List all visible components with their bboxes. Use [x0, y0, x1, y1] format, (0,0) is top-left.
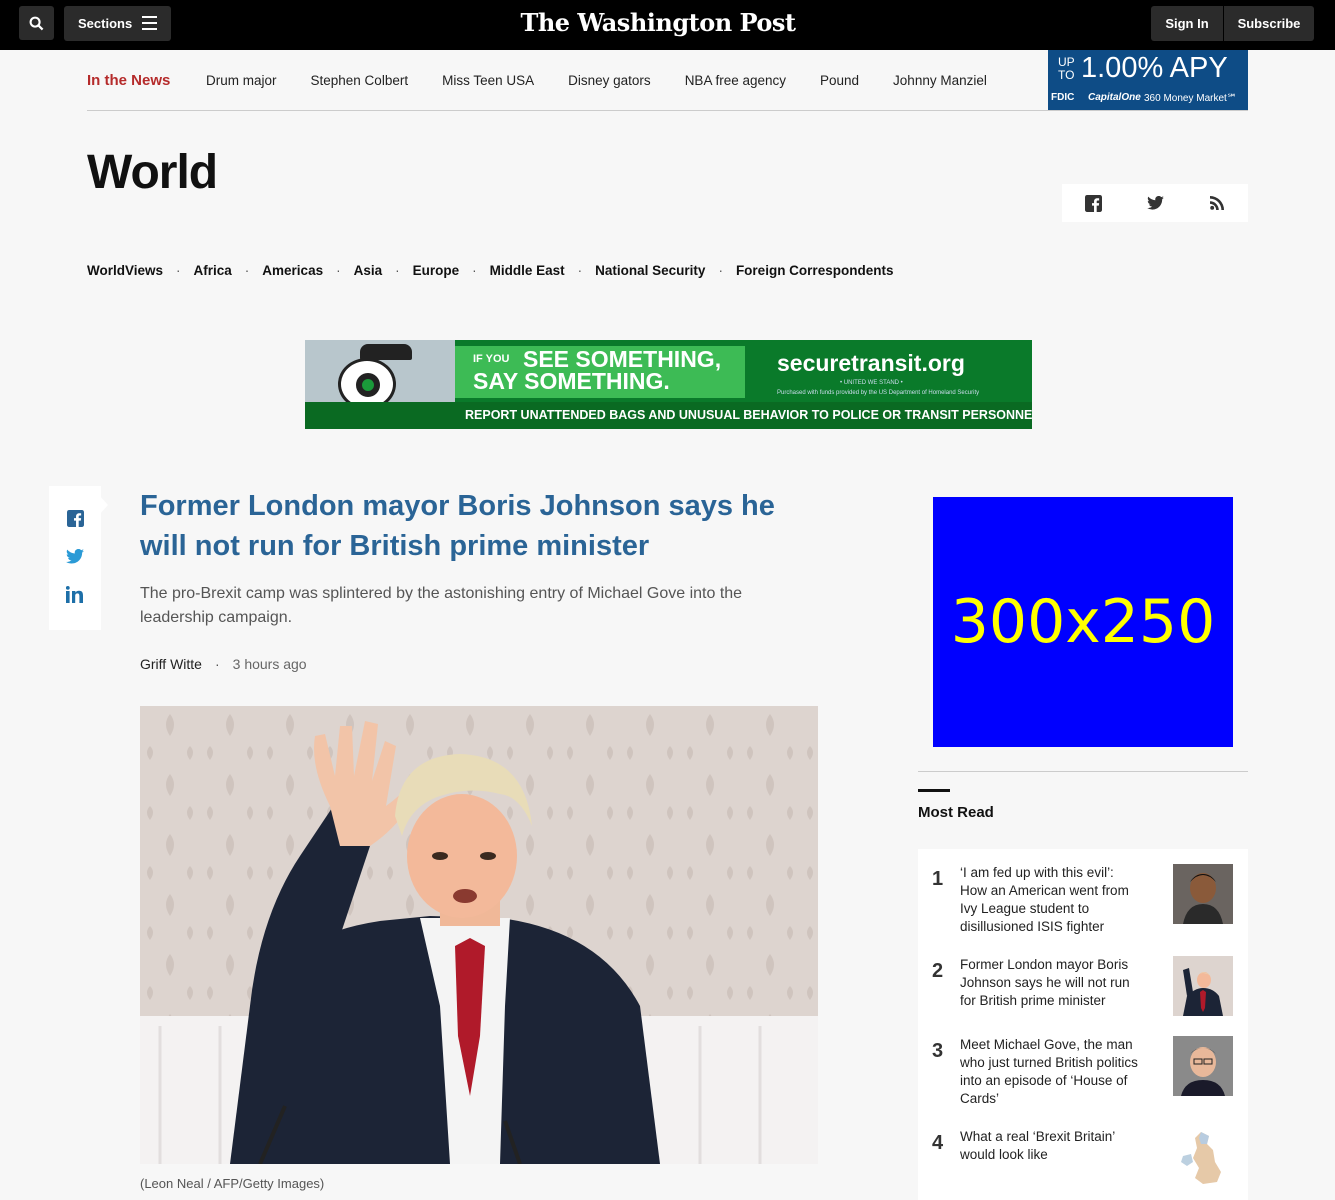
search-icon: [29, 16, 44, 30]
capital-one-ad[interactable]: UP TO 1.00% APY FDIC CapitalOne 360 Mone…: [1048, 50, 1248, 110]
most-read-link[interactable]: Meet Michael Gove, the man who just turn…: [960, 1036, 1138, 1108]
twitter-share-icon[interactable]: [65, 546, 85, 566]
most-read-thumbnail[interactable]: [1173, 956, 1233, 1016]
most-read-link[interactable]: ‘I am fed up with this evil’: How an Ame…: [960, 864, 1138, 936]
section-subnav: WorldViews · Africa · Americas · Asia · Euro…: [87, 263, 893, 278]
ad-brand-text: CapitalOne: [1088, 92, 1141, 103]
facebook-icon[interactable]: [1083, 193, 1103, 213]
sections-label: Sections: [78, 16, 133, 31]
most-read-title: Most Read: [918, 804, 994, 821]
most-read-link[interactable]: Former London mayor Boris Johnson says h…: [960, 956, 1138, 1010]
rail-accent-bar: [918, 789, 950, 792]
article-dek: The pro-Brexit camp was splintered by th…: [140, 585, 743, 626]
subnav-link[interactable]: Africa: [194, 263, 232, 278]
rss-icon[interactable]: [1207, 193, 1227, 213]
most-read-number: 1: [932, 868, 944, 890]
ad-site-text: securetransit.org: [777, 350, 965, 376]
article-byline: Griff Witte · 3 hours ago: [140, 656, 307, 672]
subnav-separator: ·: [244, 263, 250, 278]
most-read-thumbnail[interactable]: [1173, 1128, 1233, 1188]
subnav-separator: ·: [336, 263, 341, 278]
author-link[interactable]: Griff Witte: [140, 656, 202, 672]
in-the-news-label: In the News: [87, 72, 171, 89]
section-social-bar: [1062, 184, 1248, 222]
securetransit-banner-ad[interactable]: IF YOU SEE SOMETHING, SAY SOMETHING. sec…: [305, 340, 1032, 429]
subnav-separator: ·: [718, 263, 723, 278]
article-photo[interactable]: [140, 706, 818, 1164]
trending-link[interactable]: Miss Teen USA: [442, 73, 534, 88]
ad-purchased-text: Purchased with funds provided by the US …: [777, 390, 980, 396]
subnav-link[interactable]: Americas: [262, 263, 323, 278]
subnav-link[interactable]: National Security: [595, 263, 705, 278]
subnav-link[interactable]: Foreign Correspondents: [736, 263, 894, 278]
ad-united-text: • UNITED WE STAND •: [840, 380, 903, 386]
rail-ad-300x250[interactable]: 300x250: [933, 497, 1233, 747]
in-the-news-bar: In the News Drum major Stephen Colbert M…: [87, 50, 1248, 111]
subnav-link[interactable]: Asia: [354, 263, 383, 278]
ad-report-strip: REPORT UNATTENDED BAGS AND UNUSUAL BEHAV…: [305, 402, 1032, 429]
trending-link[interactable]: Drum major: [206, 73, 277, 88]
most-read-number: 3: [932, 1040, 944, 1062]
subnav-separator: ·: [395, 263, 400, 278]
ad-report-text: REPORT UNATTENDED BAGS AND UNUSUAL BEHAV…: [465, 408, 1032, 422]
ad-apy-text: 1.00% APY: [1081, 52, 1228, 84]
trending-link[interactable]: Disney gators: [568, 73, 651, 88]
rail-divider: [918, 771, 1248, 772]
washington-post-logo[interactable]: The Washington Post: [500, 8, 816, 37]
subnav-separator: ·: [176, 263, 181, 278]
most-read-list: 1 ‘I am fed up with this evil’: How an A…: [918, 849, 1248, 1200]
most-read-number: 4: [932, 1132, 944, 1154]
ad-fdic-text: FDIC: [1051, 92, 1075, 103]
subnav-separator: ·: [472, 263, 477, 278]
in-the-news-links: Drum major Stephen Colbert Miss Teen USA…: [206, 73, 1021, 88]
trending-link[interactable]: Pound: [820, 73, 859, 88]
article-headline[interactable]: Former London mayor Boris Johnson says h…: [140, 486, 800, 566]
subnav-link[interactable]: Europe: [413, 263, 460, 278]
ad-upto-text: UP TO: [1058, 55, 1075, 82]
most-read-link[interactable]: What a real ‘Brexit Britain’ would look …: [960, 1128, 1138, 1164]
trending-link[interactable]: Stephen Colbert: [311, 73, 409, 88]
subnav-separator: ·: [577, 263, 583, 278]
article-timestamp: 3 hours ago: [232, 656, 307, 672]
twitter-icon[interactable]: [1145, 193, 1165, 213]
sections-menu-button[interactable]: Sections: [64, 6, 171, 41]
most-read-thumbnail[interactable]: [1173, 864, 1233, 924]
ad-if-you-text: IF YOU: [473, 353, 510, 365]
subnav-link[interactable]: WorldViews: [87, 263, 163, 278]
most-read-thumbnail[interactable]: [1173, 1036, 1233, 1096]
subnav-link[interactable]: Middle East: [490, 263, 565, 278]
search-button[interactable]: [19, 6, 54, 40]
sign-in-button[interactable]: Sign In: [1151, 6, 1223, 41]
article-share-rail: [49, 486, 108, 630]
most-read-number: 2: [932, 960, 944, 982]
trending-link[interactable]: Johnny Manziel: [893, 73, 987, 88]
photo-caption: (Leon Neal / AFP/Getty Images): [140, 1176, 325, 1191]
top-navigation-bar: Sections The Washington Post Sign In Sub…: [0, 0, 1335, 50]
linkedin-share-icon[interactable]: [65, 584, 85, 604]
hamburger-icon: [142, 16, 157, 30]
ad-slogan-line2: SAY SOMETHING.: [473, 368, 670, 394]
byline-separator: ·: [214, 656, 220, 672]
facebook-share-icon[interactable]: [65, 508, 85, 528]
ad-product-text: 360 Money Market℠: [1144, 93, 1238, 104]
section-title: World: [87, 146, 218, 199]
subscribe-button[interactable]: Subscribe: [1223, 6, 1314, 41]
trending-link[interactable]: NBA free agency: [685, 73, 786, 88]
